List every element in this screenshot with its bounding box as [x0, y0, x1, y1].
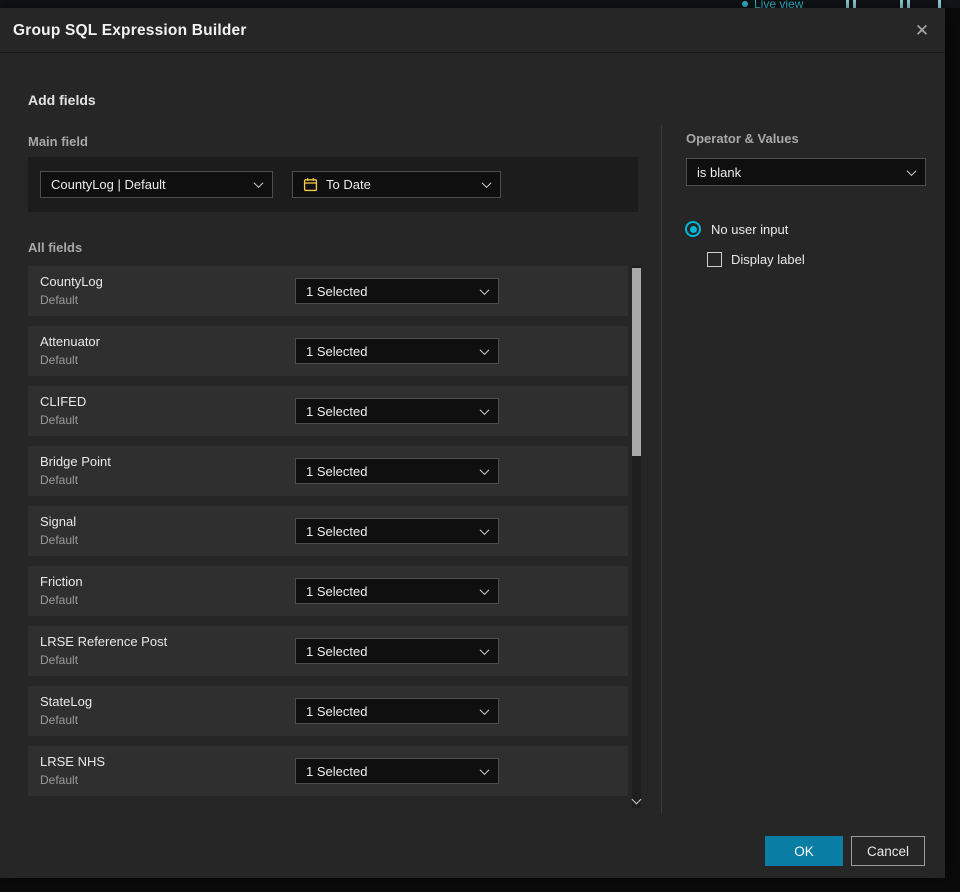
main-field-dropdown[interactable]: CountyLog | Default: [40, 171, 273, 198]
display-label-checkbox[interactable]: Display label: [707, 252, 805, 267]
chevron-down-icon: [479, 584, 490, 595]
main-field-dropdown-value: CountyLog | Default: [51, 177, 166, 192]
field-selected-value: 1 Selected: [306, 403, 368, 419]
chevron-down-icon: [479, 704, 490, 715]
ok-button[interactable]: OK: [765, 836, 843, 866]
field-row: CLIFED Default 1 Selected: [28, 386, 628, 436]
field-selected-dropdown[interactable]: 1 Selected: [295, 758, 499, 784]
chevron-down-icon: [479, 464, 490, 475]
field-name: StateLog: [40, 694, 93, 709]
field-name: LRSE Reference Post: [40, 634, 168, 649]
radio-selected-icon: [685, 221, 701, 237]
field-row: Attenuator Default 1 Selected: [28, 326, 628, 376]
group-sql-expression-builder-dialog: Group SQL Expression Builder ✕ Add field…: [0, 8, 945, 878]
field-selected-value: 1 Selected: [306, 463, 368, 479]
all-fields-list: CountyLog Default 1 Selected Attenuator …: [28, 266, 628, 806]
operator-dropdown-value: is blank: [697, 164, 742, 180]
dialog-header: Group SQL Expression Builder ✕: [0, 8, 945, 53]
cancel-button[interactable]: Cancel: [851, 836, 925, 866]
operator-dropdown[interactable]: is blank: [686, 158, 926, 186]
field-subtitle: Default: [40, 713, 79, 727]
live-view-toggle[interactable]: Live view: [742, 0, 803, 8]
field-name: Attenuator: [40, 334, 100, 349]
field-subtitle: Default: [40, 473, 79, 487]
no-user-input-label: No user input: [711, 221, 789, 237]
close-icon[interactable]: ✕: [911, 20, 933, 42]
columns-icon[interactable]: [900, 0, 910, 8]
calendar-icon: [303, 178, 318, 192]
field-selected-value: 1 Selected: [306, 343, 368, 359]
field-selected-value: 1 Selected: [306, 763, 368, 779]
field-selected-dropdown[interactable]: 1 Selected: [295, 638, 499, 664]
live-view-dot-icon: [742, 1, 748, 7]
field-name: Bridge Point: [40, 454, 111, 469]
chevron-down-icon: [479, 344, 490, 355]
chevron-down-icon: [479, 764, 490, 775]
field-selected-dropdown[interactable]: 1 Selected: [295, 278, 499, 304]
field-subtitle: Default: [40, 593, 79, 607]
chevron-down-icon: [481, 178, 492, 189]
field-selected-value: 1 Selected: [306, 583, 368, 599]
chevron-down-icon: [479, 284, 490, 295]
bar-icon[interactable]: [938, 0, 941, 8]
operator-values-label: Operator & Values: [686, 131, 799, 146]
field-subtitle: Default: [40, 413, 79, 427]
chevron-down-icon: [479, 524, 490, 535]
field-selected-dropdown[interactable]: 1 Selected: [295, 698, 499, 724]
main-date-dropdown[interactable]: To Date: [292, 171, 501, 198]
field-subtitle: Default: [40, 653, 79, 667]
field-name: LRSE NHS: [40, 754, 106, 769]
no-user-input-radio[interactable]: No user input: [685, 221, 788, 237]
field-selected-dropdown[interactable]: 1 Selected: [295, 338, 499, 364]
field-row: StateLog Default 1 Selected: [28, 686, 628, 736]
add-fields-heading: Add fields: [28, 92, 96, 108]
main-field-band: CountyLog | Default To Date: [28, 157, 638, 212]
field-name: CLIFED: [40, 394, 87, 409]
field-row: LRSE Reference Post Default 1 Selected: [28, 626, 628, 676]
checkbox-unchecked-icon: [707, 252, 722, 267]
field-name: CountyLog: [40, 274, 103, 289]
display-label-label: Display label: [731, 252, 805, 267]
field-selected-dropdown[interactable]: 1 Selected: [295, 458, 499, 484]
field-row: Bridge Point Default 1 Selected: [28, 446, 628, 496]
chevron-down-icon: [906, 165, 917, 176]
field-selected-value: 1 Selected: [306, 703, 368, 719]
dialog-title: Group SQL Expression Builder: [13, 22, 247, 39]
chevron-down-icon: [479, 644, 490, 655]
vertical-divider: [661, 125, 662, 813]
field-subtitle: Default: [40, 293, 79, 307]
main-date-dropdown-value: To Date: [326, 177, 371, 192]
main-field-label: Main field: [28, 134, 88, 149]
live-view-label: Live view: [754, 0, 804, 8]
chevron-down-icon: [253, 178, 264, 189]
screen: Live view Group SQL Expression Builder ✕…: [0, 0, 960, 892]
field-row: CountyLog Default 1 Selected: [28, 266, 628, 316]
field-name: Signal: [40, 514, 77, 529]
field-subtitle: Default: [40, 353, 79, 367]
backdrop-toolbar: Live view: [0, 0, 960, 8]
scrollbar-thumb[interactable]: [632, 268, 641, 456]
field-selected-value: 1 Selected: [306, 523, 368, 539]
field-selected-dropdown[interactable]: 1 Selected: [295, 398, 499, 424]
field-subtitle: Default: [40, 773, 79, 787]
all-fields-label: All fields: [28, 240, 83, 255]
field-name: Friction: [40, 574, 83, 589]
field-subtitle: Default: [40, 533, 79, 547]
chevron-down-icon: [479, 404, 490, 415]
field-selected-value: 1 Selected: [306, 283, 368, 299]
field-row: LRSE NHS Default 1 Selected: [28, 746, 628, 796]
field-row: Signal Default 1 Selected: [28, 506, 628, 556]
field-selected-dropdown[interactable]: 1 Selected: [295, 518, 499, 544]
pause-icon[interactable]: [846, 0, 856, 8]
field-selected-dropdown[interactable]: 1 Selected: [295, 578, 499, 604]
field-row: Friction Default 1 Selected: [28, 566, 628, 616]
scrollbar-track[interactable]: [632, 266, 641, 808]
field-selected-value: 1 Selected: [306, 643, 368, 659]
